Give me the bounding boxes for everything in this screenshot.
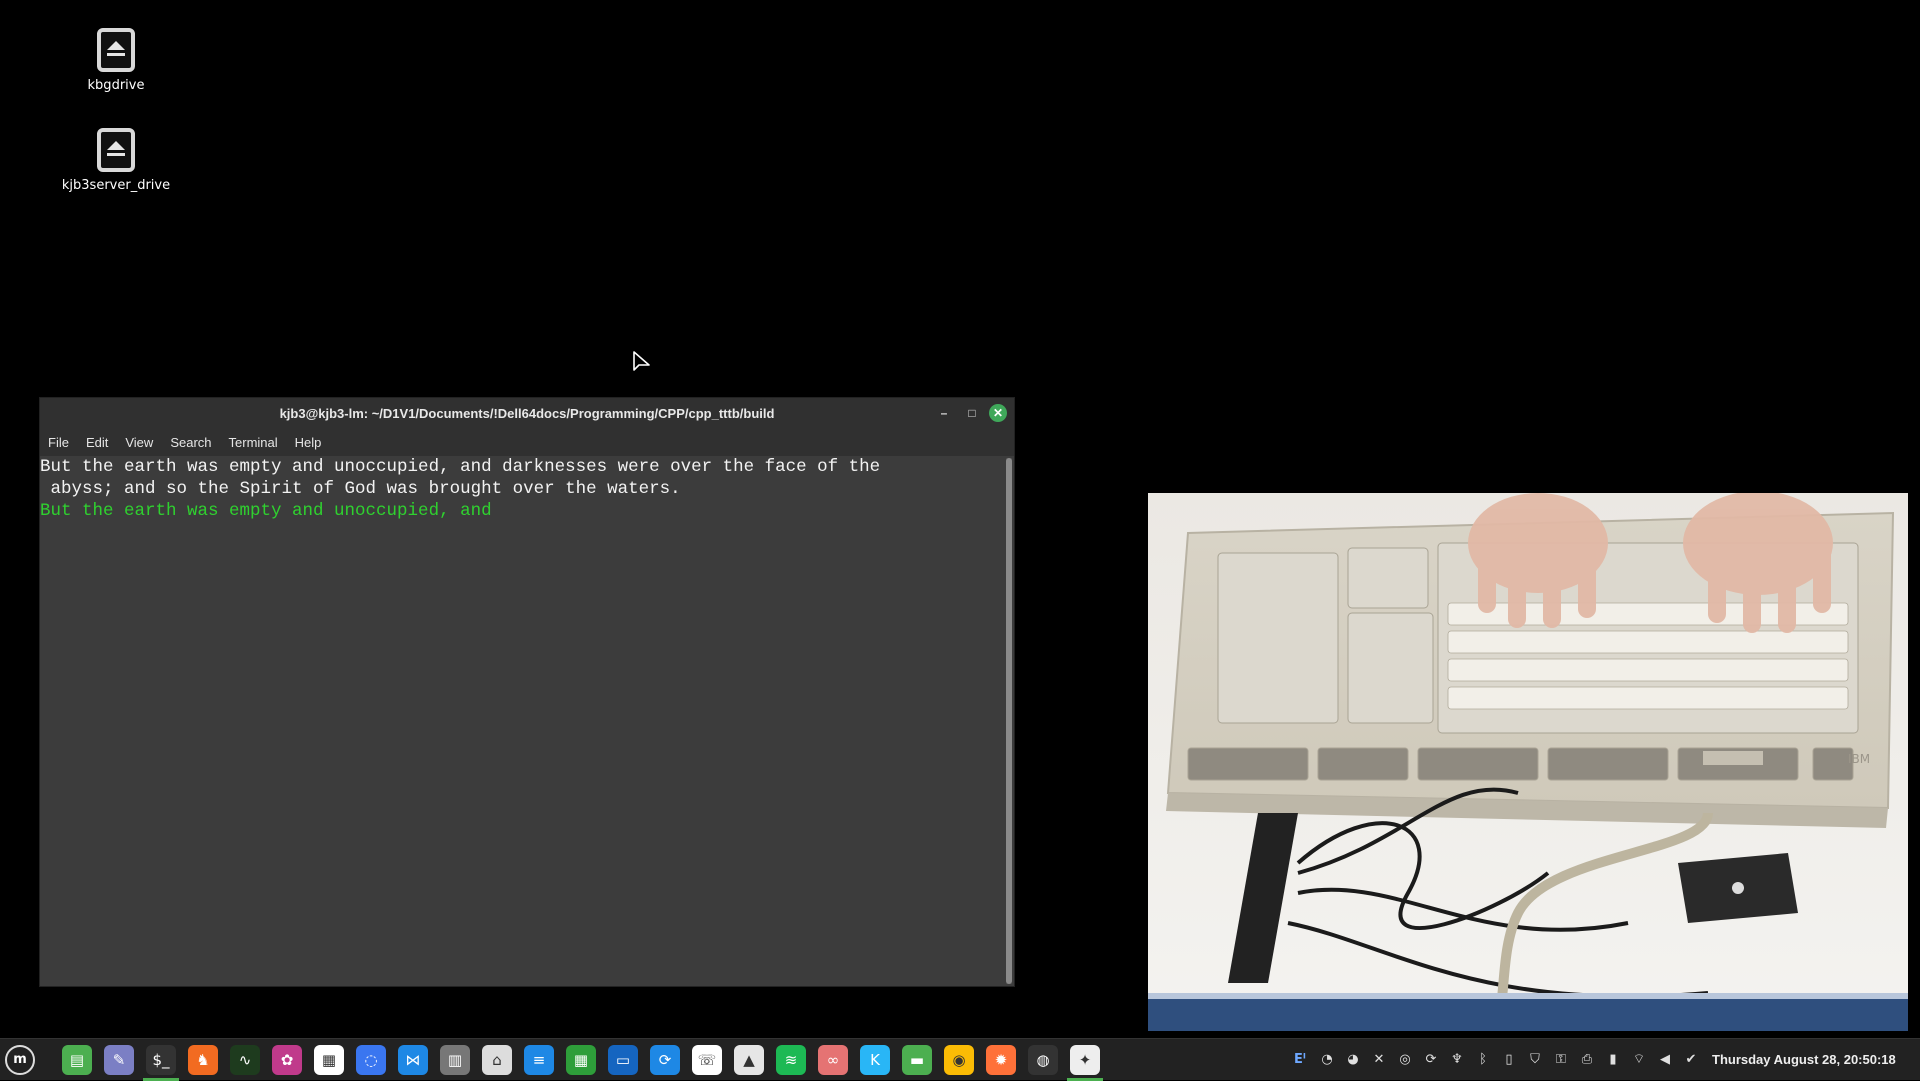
- menu-file[interactable]: File: [48, 435, 69, 450]
- spotify-icon[interactable]: ≋: [776, 1045, 806, 1075]
- writer-icon[interactable]: ≡: [524, 1045, 554, 1075]
- vscode-icon[interactable]: ⋈: [398, 1045, 428, 1075]
- notes-icon[interactable]: ◕: [1344, 1051, 1362, 1069]
- files-icon[interactable]: ▤: [62, 1045, 92, 1075]
- bluetooth-icon[interactable]: ᛒ: [1474, 1051, 1492, 1069]
- clipboard-icon[interactable]: ▯: [1500, 1051, 1518, 1069]
- terminal-line: But the earth was empty and unoccupied, …: [40, 457, 881, 477]
- taskbar-clock[interactable]: Thursday August 28, 20:50:18: [1712, 1052, 1896, 1067]
- archive-icon[interactable]: ▥: [440, 1045, 470, 1075]
- menu-view[interactable]: View: [125, 435, 153, 450]
- printer-icon[interactable]: ⎙: [1578, 1051, 1596, 1069]
- inkscape-icon[interactable]: ▲: [734, 1045, 764, 1075]
- drive-eject-icon: [97, 128, 135, 172]
- window-title: kjb3@kjb3-lm: ~/D1V1/Documents/!Dell64do…: [279, 406, 775, 421]
- desktop-icon-kjb3server-drive[interactable]: kjb3server_drive: [56, 128, 176, 193]
- calc-icon[interactable]: ▦: [566, 1045, 596, 1075]
- desktop-icon-label: kjb3server_drive: [61, 178, 171, 193]
- signal-icon[interactable]: ◌: [356, 1045, 386, 1075]
- update-icon[interactable]: ✔: [1682, 1051, 1700, 1069]
- wifi-icon[interactable]: ⌔: [1630, 1051, 1648, 1069]
- obs-icon[interactable]: ◍: [1028, 1045, 1058, 1075]
- system-monitor-icon[interactable]: ∿: [230, 1045, 260, 1075]
- folder-icon[interactable]: ▬: [902, 1045, 932, 1075]
- krita-icon[interactable]: ✿: [272, 1045, 302, 1075]
- terminal-line-typed: But the earth was empty and unoccupied, …: [40, 501, 492, 521]
- text-editor-icon[interactable]: ✎: [104, 1045, 134, 1075]
- drive-eject-icon: [97, 28, 135, 72]
- terminal-output[interactable]: But the earth was empty and unoccupied, …: [40, 456, 1004, 986]
- mint-menu-icon[interactable]: m: [5, 1045, 35, 1075]
- vpn-icon[interactable]: ⚿: [1552, 1051, 1570, 1069]
- terminal-titlebar[interactable]: kjb3@kjb3-lm: ~/D1V1/Documents/!Dell64do…: [40, 398, 1014, 428]
- keyboard-layout-indicator[interactable]: Eᴵ: [1291, 1051, 1309, 1069]
- sync-icon[interactable]: ⟳: [650, 1045, 680, 1075]
- file-manager-icon[interactable]: ▭: [608, 1045, 638, 1075]
- terminal-menubar: File Edit View Search Terminal Help: [40, 428, 1014, 456]
- desktop-icon-kbgdrive[interactable]: kbgdrive: [56, 28, 176, 93]
- terminal-line: abyss; and so the Spirit of God was brou…: [40, 479, 681, 499]
- kdenlive-icon[interactable]: K: [860, 1045, 890, 1075]
- calendar-icon[interactable]: ▦: [314, 1045, 344, 1075]
- minimize-button[interactable]: –: [935, 404, 953, 422]
- terminal-window[interactable]: kjb3@kjb3-lm: ~/D1V1/Documents/!Dell64do…: [40, 398, 1014, 986]
- webcam-view: IBM: [1148, 493, 1908, 1031]
- battery-icon[interactable]: ▮: [1604, 1051, 1622, 1069]
- maximize-button[interactable]: □: [963, 404, 981, 422]
- menu-edit[interactable]: Edit: [86, 435, 108, 450]
- mouse-cursor-icon: [633, 351, 650, 371]
- volume-icon[interactable]: ◀: [1656, 1051, 1674, 1069]
- webcam-keyboard-image: IBM: [1148, 493, 1908, 1031]
- menu-help[interactable]: Help: [295, 435, 322, 450]
- keyboard-badge: IBM: [1848, 752, 1870, 766]
- whatsapp-icon[interactable]: ☏: [692, 1045, 722, 1075]
- tux-app-icon[interactable]: ✦: [1070, 1045, 1100, 1075]
- firefox-icon[interactable]: ✹: [986, 1045, 1016, 1075]
- sync-tray-icon[interactable]: ⟳: [1422, 1051, 1440, 1069]
- obs-tray-icon[interactable]: ◎: [1396, 1051, 1414, 1069]
- terminal-icon[interactable]: $_: [146, 1045, 176, 1075]
- shield-icon[interactable]: ⛉: [1526, 1051, 1544, 1069]
- menu-terminal[interactable]: Terminal: [229, 435, 278, 450]
- chrome-icon[interactable]: ◉: [944, 1045, 974, 1075]
- accessibility-icon[interactable]: ✕: [1370, 1051, 1388, 1069]
- brave-icon[interactable]: ♞: [188, 1045, 218, 1075]
- jar-icon[interactable]: ⌂: [482, 1045, 512, 1075]
- desktop-icon-label: kbgdrive: [87, 78, 145, 93]
- close-button[interactable]: ✕: [989, 404, 1007, 422]
- glasses-icon[interactable]: ∞: [818, 1045, 848, 1075]
- keyboard-layout-icon[interactable]: ◔: [1318, 1051, 1336, 1069]
- cat-icon[interactable]: ♆: [1448, 1051, 1466, 1069]
- terminal-scrollbar[interactable]: [1006, 458, 1012, 984]
- menu-search[interactable]: Search: [170, 435, 211, 450]
- taskbar: m ▤ ✎ $_ ♞ ∿ ✿ ▦ ◌ ⋈ ▥ ⌂ ≡ ▦ ▭ ⟳ ☏ ▲ ≋ ∞ K ▬ ◉ ✹ ◍ ✦ ◔ ◕ ✕ ◎ ⟳ ♆ ᛒ ▯ ⛉ ⚿ ⎙…: [0, 1038, 1920, 1081]
